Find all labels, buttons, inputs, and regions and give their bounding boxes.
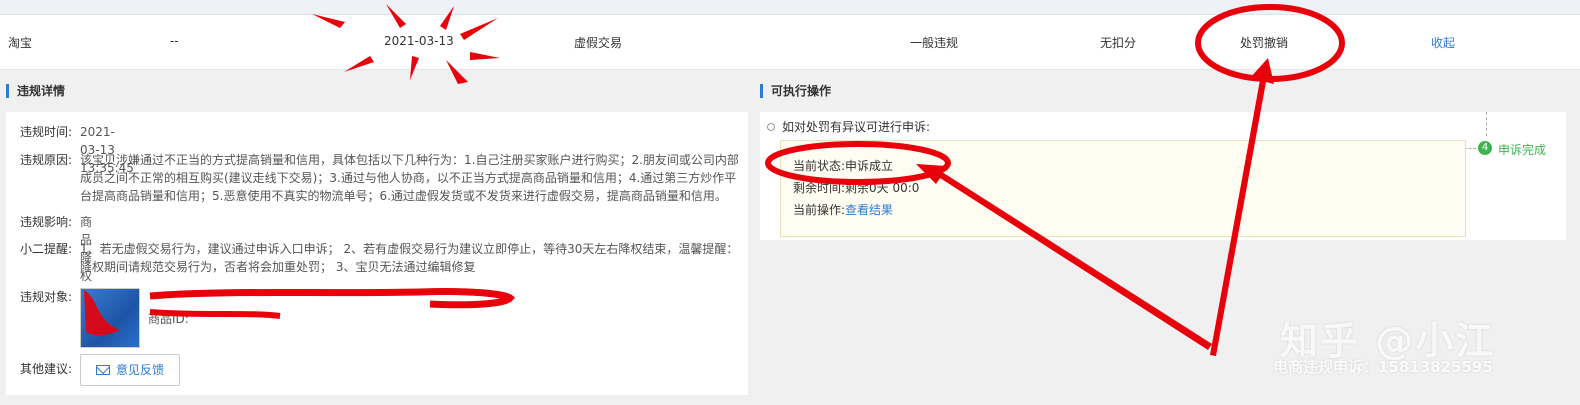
mail-icon [95, 365, 110, 375]
top-strip [0, 0, 1580, 15]
feedback-label: 意见反馈 [115, 363, 164, 377]
other-row: 其他建议: 意见反馈 [20, 354, 320, 386]
product-thumbnail[interactable] [80, 288, 140, 348]
tip-value: 1、若无虚假交易行为，建议通过申诉入口申诉； 2、若有虚假交易行为建议立即停止，… [80, 242, 739, 274]
collapse-link[interactable]: 收起 [1431, 34, 1455, 51]
violation-details-panel: 违规时间: 2021-03-13 13:35:45 违规原因: 该宝贝涉嫌通过不… [6, 112, 748, 395]
time-label: 违规时间: [20, 125, 73, 139]
status-label: 当前状态: [793, 159, 846, 173]
remaining-label: 剩余时间: [793, 181, 846, 195]
actions-panel: 如对处罚有异议可进行申诉: 当前状态:申诉成立 剩余时间:剩余0天 00:0 当… [760, 112, 1566, 240]
violation-summary-row: 淘宝 -- 2021-03-13 虚假交易 一般违规 无扣分 处罚撤销 收起 [0, 15, 1580, 70]
target-row: 违规对象: 商品ID: [20, 288, 740, 348]
target-label: 违规对象: [20, 290, 73, 304]
tip-label: 小二提醒: [20, 242, 73, 256]
appeal-prompt: 如对处罚有异议可进行申诉: [782, 120, 931, 134]
penalty-status-cell: 处罚撤销 [1240, 36, 1289, 50]
remaining-line: 剩余时间:剩余0天 00:0 [793, 179, 919, 197]
operation-label: 当前操作: [793, 203, 846, 217]
reason-value: 该宝贝涉嫌通过不正当的方式提高销量和信用，具体包括以下几种行为：1.自己注册买家… [80, 153, 739, 203]
contact-watermark: 电商违规申诉：15813825595 [1273, 358, 1493, 376]
step-complete-label: 申诉完成 [1498, 143, 1547, 157]
view-result-link[interactable]: 查看结果 [845, 203, 893, 217]
impact-label: 违规影响: [20, 215, 73, 229]
status-value: 申诉成立 [845, 159, 894, 173]
level-cell: 一般违规 [910, 36, 959, 50]
timeline-dot-icon [767, 123, 775, 131]
appeal-status-box: 当前状态:申诉成立 剩余时间:剩余0天 00:0 当前操作:查看结果 [780, 140, 1466, 237]
other-label: 其他建议: [20, 362, 73, 376]
status-line: 当前状态:申诉成立 [793, 157, 893, 175]
platform-cell: 淘宝 [8, 36, 33, 50]
timeline-connector [1486, 112, 1487, 136]
product-id-label: 商品ID: [148, 312, 189, 326]
remaining-value: 剩余0天 00:0 [845, 181, 920, 195]
date-cell: 2021-03-13 [384, 34, 454, 48]
violation-details-title: 违规详情 [6, 84, 65, 98]
actions-title: 可执行操作 [760, 84, 831, 98]
type-cell: 虚假交易 [574, 36, 623, 50]
operation-line: 当前操作:查看结果 [793, 201, 893, 219]
deduction-cell: 无扣分 [1100, 36, 1137, 50]
step-4-badge-icon: 4 [1478, 141, 1492, 155]
reason-label: 违规原因: [20, 153, 73, 167]
feedback-button[interactable]: 意见反馈 [80, 354, 180, 386]
dash-cell: -- [170, 34, 179, 48]
